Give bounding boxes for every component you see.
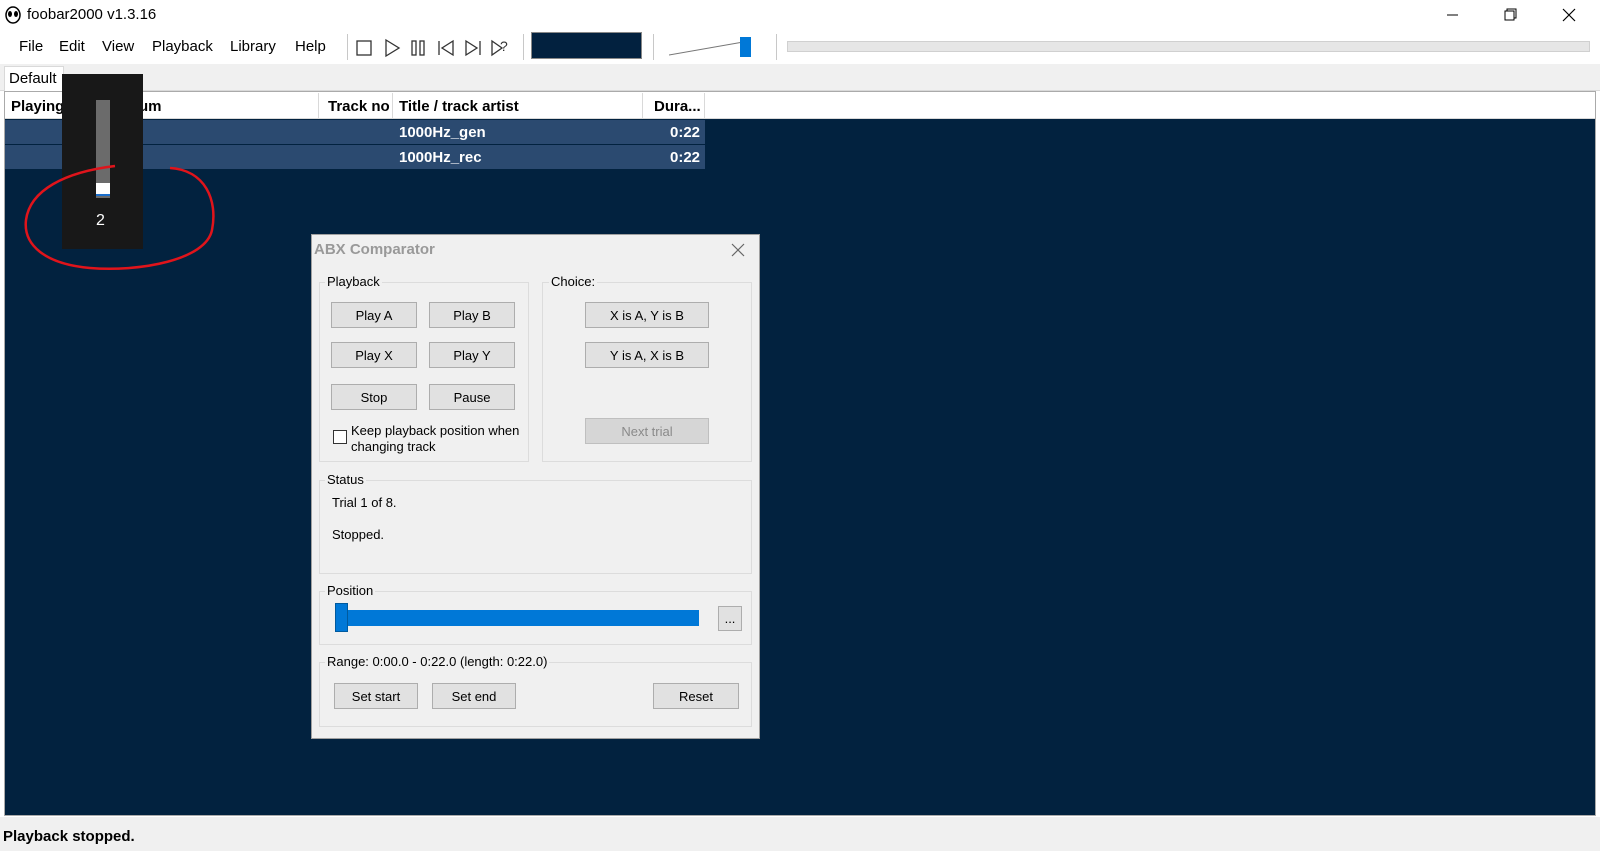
column-track-no[interactable]: Track no bbox=[328, 98, 390, 115]
foobar-alien-icon bbox=[5, 6, 21, 24]
seek-bar[interactable] bbox=[787, 41, 1590, 52]
status-bar bbox=[0, 817, 1600, 851]
position-group-label: Position bbox=[325, 583, 376, 598]
position-more-button[interactable]: ... bbox=[718, 606, 742, 631]
y-is-a-button[interactable]: Y is A, X is B bbox=[585, 342, 709, 368]
menu-help[interactable]: Help bbox=[295, 38, 326, 55]
playlist-tab-strip bbox=[0, 64, 1600, 91]
title-bar bbox=[0, 0, 1600, 30]
status-bar-text: Playback stopped. bbox=[3, 828, 135, 845]
restore-button[interactable] bbox=[1482, 0, 1540, 30]
minimize-icon bbox=[1447, 14, 1458, 16]
dialog-title: ABX Comparator bbox=[314, 241, 435, 258]
play-b-button[interactable]: Play B bbox=[429, 302, 515, 328]
play-y-button[interactable]: Play Y bbox=[429, 342, 515, 368]
next-icon[interactable] bbox=[462, 37, 484, 59]
column-divider[interactable] bbox=[704, 93, 705, 119]
set-end-button[interactable]: Set end bbox=[432, 683, 516, 709]
column-divider[interactable] bbox=[642, 93, 643, 119]
column-duration[interactable]: Dura... bbox=[654, 98, 701, 115]
track-title: 1000Hz_rec bbox=[399, 149, 482, 166]
visualization-panel bbox=[531, 32, 642, 59]
previous-icon[interactable] bbox=[435, 37, 457, 59]
close-window-button[interactable] bbox=[1540, 0, 1598, 30]
restore-icon bbox=[1504, 8, 1517, 21]
playlist-view[interactable] bbox=[4, 91, 1596, 816]
position-thumb[interactable] bbox=[335, 603, 348, 632]
menu-view[interactable]: View bbox=[102, 38, 134, 55]
track-duration: 0:22 bbox=[670, 124, 701, 141]
playback-group-label: Playback bbox=[325, 274, 382, 289]
svg-text:?: ? bbox=[500, 38, 508, 54]
toolbar-separator bbox=[523, 34, 524, 60]
window-title: foobar2000 v1.3.16 bbox=[27, 6, 157, 23]
play-a-button[interactable]: Play A bbox=[331, 302, 417, 328]
reset-button[interactable]: Reset bbox=[653, 683, 739, 709]
pause-button[interactable]: Pause bbox=[429, 384, 515, 410]
menu-edit[interactable]: Edit bbox=[59, 38, 85, 55]
position-slider[interactable] bbox=[336, 610, 699, 626]
menu-playback[interactable]: Playback bbox=[152, 38, 213, 55]
x-is-a-button[interactable]: X is A, Y is B bbox=[585, 302, 709, 328]
pause-icon[interactable] bbox=[408, 37, 430, 59]
status-state-text: Stopped. bbox=[332, 527, 385, 542]
status-group-label: Status bbox=[325, 472, 366, 487]
choice-group-label: Choice: bbox=[549, 274, 598, 289]
range-group-label: Range: 0:00.0 - 0:22.0 (length: 0:22.0) bbox=[325, 654, 550, 669]
annotation-circle bbox=[24, 164, 215, 270]
tab-default[interactable]: Default bbox=[4, 66, 64, 91]
set-start-button[interactable]: Set start bbox=[334, 683, 418, 709]
close-icon bbox=[1562, 8, 1576, 22]
play-icon[interactable] bbox=[381, 37, 403, 59]
minimize-button[interactable] bbox=[1424, 0, 1482, 30]
stop-button[interactable]: Stop bbox=[331, 384, 417, 410]
random-icon[interactable]: ? bbox=[489, 37, 511, 59]
stop-icon[interactable] bbox=[354, 37, 376, 59]
close-icon[interactable] bbox=[727, 240, 749, 260]
track-duration: 0:22 bbox=[670, 149, 701, 166]
toolbar-separator bbox=[776, 34, 777, 60]
toolbar-separator bbox=[653, 34, 654, 60]
keep-position-checkbox[interactable] bbox=[333, 430, 347, 444]
column-title[interactable]: Title / track artist bbox=[399, 98, 519, 115]
track-title: 1000Hz_gen bbox=[399, 124, 486, 141]
status-trial-text: Trial 1 of 8. bbox=[332, 495, 397, 510]
volume-thumb[interactable] bbox=[740, 37, 751, 57]
column-playing[interactable]: Playing bbox=[11, 98, 64, 115]
column-divider[interactable] bbox=[392, 93, 393, 119]
menu-library[interactable]: Library bbox=[230, 38, 276, 55]
toolbar-separator bbox=[347, 34, 348, 60]
next-trial-button[interactable]: Next trial bbox=[585, 418, 709, 444]
menu-file[interactable]: File bbox=[19, 38, 43, 55]
playlist-header bbox=[5, 92, 1595, 119]
play-x-button[interactable]: Play X bbox=[331, 342, 417, 368]
column-divider[interactable] bbox=[318, 93, 319, 119]
volume-slider[interactable] bbox=[669, 37, 757, 57]
keep-position-label: Keep playback position when changing tra… bbox=[351, 423, 520, 454]
